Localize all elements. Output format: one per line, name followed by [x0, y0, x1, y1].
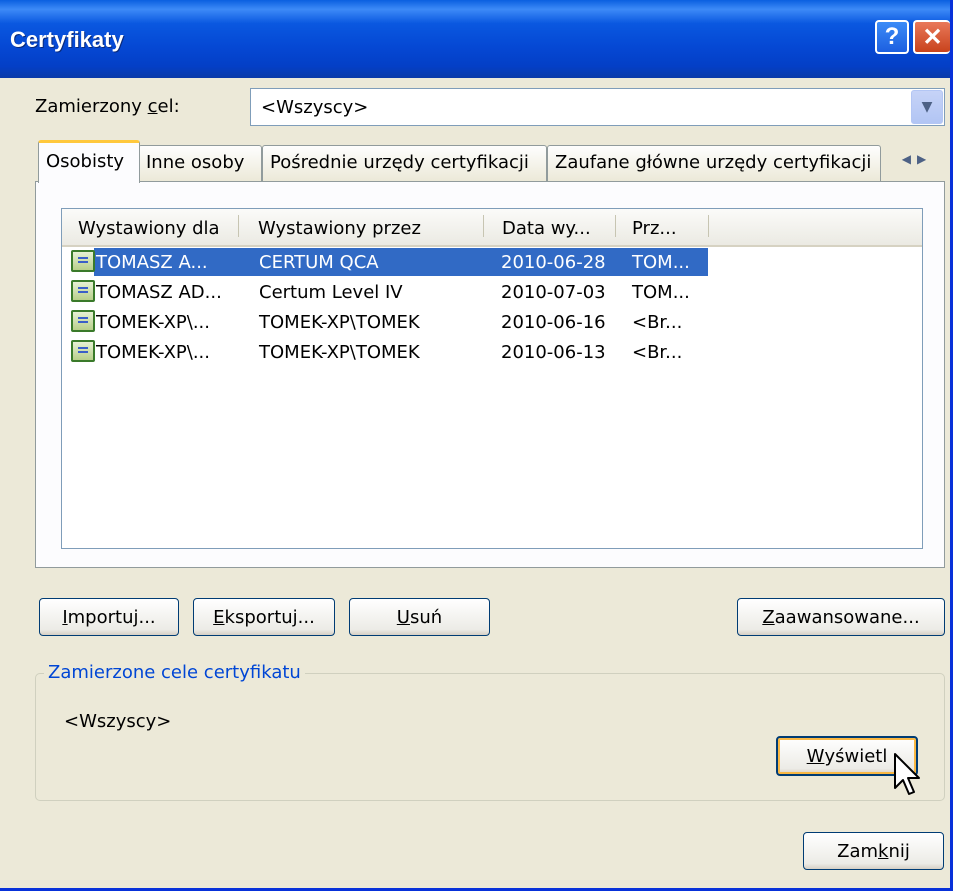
tab-personal[interactable]: Osobisty: [38, 140, 140, 183]
chevron-left-icon[interactable]: ◀: [902, 152, 911, 166]
certificate-purposes-value: <Wszyscy>: [64, 711, 172, 732]
cell-issued-to: TOMEK-XP\...: [96, 342, 210, 363]
cell-issued-by: TOMEK-XP\TOMEK: [259, 312, 420, 333]
column-divider[interactable]: [238, 215, 239, 237]
list-header: Wystawiony dla Wystawiony przez Data wy.…: [62, 209, 922, 247]
cell-issued-by: TOMEK-XP\TOMEK: [259, 342, 420, 363]
column-divider[interactable]: [615, 215, 616, 237]
column-header-issued-to[interactable]: Wystawiony dla: [78, 218, 220, 239]
close-window-button[interactable]: ✕: [913, 20, 950, 54]
cell-date: 2010-06-16: [501, 312, 606, 333]
column-header-issued-by[interactable]: Wystawiony przez: [258, 218, 421, 239]
purpose-label: Zamierzony cel:: [35, 96, 180, 117]
cell-issued-to: TOMASZ AD...: [96, 282, 222, 303]
delete-button[interactable]: Usuń: [349, 598, 490, 636]
mouse-pointer-icon: [894, 753, 920, 795]
certificates-dialog: Certyfikaty ? ✕ Zamierzony cel: <Wszyscy…: [0, 0, 953, 891]
import-button[interactable]: Importuj...: [39, 598, 179, 636]
certificate-icon: [71, 340, 95, 362]
chevron-right-icon[interactable]: ▶: [917, 152, 926, 166]
title-bar[interactable]: Certyfikaty ? ✕: [0, 0, 950, 78]
certificate-purposes-title: Zamierzone cele certyfikatu: [44, 662, 305, 683]
tab-panel-personal: Wystawiony dla Wystawiony przez Data wy.…: [35, 181, 945, 568]
dropdown-arrow-button[interactable]: ▼: [911, 90, 943, 124]
cell-issued-to: TOMASZ A...: [96, 252, 208, 273]
purpose-combobox-value: <Wszyscy>: [261, 97, 369, 118]
export-button[interactable]: Eksportuj...: [193, 598, 335, 636]
certificate-icon: [71, 280, 95, 302]
advanced-button[interactable]: Zaawansowane...: [737, 598, 945, 636]
certificate-list[interactable]: Wystawiony dla Wystawiony przez Data wy.…: [61, 208, 923, 549]
cell-date: 2010-06-28: [501, 252, 606, 273]
purpose-combobox[interactable]: <Wszyscy> ▼: [250, 88, 945, 126]
chevron-down-icon: ▼: [921, 99, 933, 115]
cell-name: <Br...: [632, 312, 683, 333]
cell-issued-by: CERTUM QCA: [259, 252, 379, 273]
column-header-expiration-date[interactable]: Data wy...: [502, 218, 591, 239]
help-button[interactable]: ?: [875, 20, 909, 54]
cell-name: TOM...: [632, 252, 690, 273]
close-button[interactable]: Zam k nij: [803, 832, 944, 870]
table-row[interactable]: TOMEK-XP\... TOMEK-XP\TOMEK 2010-06-13 <…: [68, 337, 708, 367]
question-icon: ?: [884, 23, 900, 50]
table-row[interactable]: TOMEK-XP\... TOMEK-XP\TOMEK 2010-06-16 <…: [68, 307, 708, 337]
column-divider[interactable]: [483, 215, 484, 237]
cell-date: 2010-06-13: [501, 342, 606, 363]
cell-name: <Br...: [632, 342, 683, 363]
window-title: Certyfikaty: [10, 27, 124, 52]
table-row[interactable]: TOMASZ AD... Certum Level IV 2010-07-03 …: [68, 277, 708, 307]
close-icon: ✕: [922, 23, 943, 51]
cell-issued-to: TOMEK-XP\...: [96, 312, 210, 333]
column-header-friendly-name[interactable]: Prz...: [632, 218, 677, 239]
cell-issued-by: Certum Level IV: [259, 282, 403, 303]
certificate-icon: [71, 250, 95, 272]
tab-trusted-root-cas[interactable]: Zaufane główne urzędy certyfikacji: [547, 145, 881, 181]
tab-other-people[interactable]: Inne osoby: [138, 145, 262, 181]
table-row[interactable]: TOMASZ A... CERTUM QCA 2010-06-28 TOM...: [68, 247, 708, 277]
cell-date: 2010-07-03: [501, 282, 606, 303]
cell-name: TOM...: [632, 282, 690, 303]
tab-intermediate-cas[interactable]: Pośrednie urzędy certyfikacji: [262, 145, 547, 181]
certificate-icon: [71, 310, 95, 332]
column-divider[interactable]: [708, 215, 709, 237]
tab-scroll-buttons: ◀ ▶: [883, 146, 945, 172]
